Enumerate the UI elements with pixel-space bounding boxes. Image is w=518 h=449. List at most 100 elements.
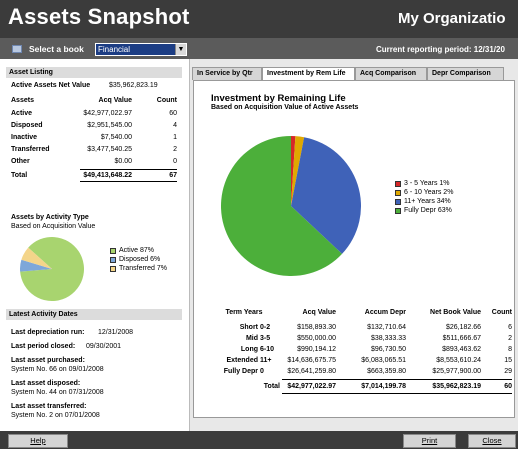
legend-swatch xyxy=(110,248,116,254)
term-total-underline xyxy=(282,393,512,394)
term-row-nbv: $26,182.66 xyxy=(445,324,481,331)
term-row-name: Mid xyxy=(245,335,258,342)
term-row-acq: $26,641,259.80 xyxy=(287,368,336,375)
col-assets: Assets xyxy=(11,97,34,104)
book-select[interactable]: Financial ▼ xyxy=(95,43,187,56)
term-row-count: 6 xyxy=(508,324,512,331)
term-total-depr: $7,014,199.78 xyxy=(361,383,406,390)
legend-label: 3 - 5 Years 1% xyxy=(404,180,450,187)
col-count: Count xyxy=(156,97,177,104)
help-button[interactable]: Help xyxy=(8,434,68,448)
term-row-depr: $663,359.80 xyxy=(367,368,406,375)
term-col-header: Acq Value xyxy=(302,309,336,316)
depr-run-value: 12/31/2008 xyxy=(98,329,134,336)
term-row-range: 0-2 xyxy=(260,324,271,331)
term-total-label: Total xyxy=(263,383,280,390)
legend-swatch xyxy=(110,257,116,263)
term-row-acq: $990,194.12 xyxy=(297,346,336,353)
listing-row-count: 0 xyxy=(173,158,177,165)
legend-label: Active 87% xyxy=(119,247,155,254)
term-row-acq: $550,000.00 xyxy=(297,335,336,342)
listing-row-value: $42,977,022.97 xyxy=(83,110,132,117)
book-select-value: Financial xyxy=(98,45,131,54)
term-row-range: 3-5 xyxy=(260,335,271,342)
legend-swatch xyxy=(110,266,116,272)
legend-label: Transferred 7% xyxy=(119,265,167,272)
period-closed-label: Last period closed: xyxy=(11,343,76,350)
legend-swatch xyxy=(395,181,401,187)
legend-item: Transferred 7% xyxy=(110,265,167,274)
transferred-label: Last asset transferred: xyxy=(11,403,87,410)
chart-subtitle: Based on Acquisition Value of Active Ass… xyxy=(211,104,359,111)
legend-item: 3 - 5 Years 1% xyxy=(395,180,453,189)
term-row-count: 29 xyxy=(504,368,512,375)
term-col-header: Accum Depr xyxy=(364,309,406,316)
activity-title: Assets by Activity Type xyxy=(11,214,89,221)
term-row-acq: $14,636,675.75 xyxy=(287,357,336,364)
term-row-depr: $96,730.50 xyxy=(370,346,406,353)
legend-label: 6 - 10 Years 2% xyxy=(404,189,454,196)
term-row-name: Long xyxy=(240,346,258,353)
term-row-nbv: $511,666.67 xyxy=(442,335,481,342)
term-row-range: 6-10 xyxy=(260,346,275,353)
term-total-nbv: $35,962,823.19 xyxy=(432,383,481,390)
disposed-value: System No. 44 on 07/31/2008 xyxy=(11,389,104,396)
header-bar: Assets Snapshot My Organizatio xyxy=(0,0,518,38)
term-row-depr: $132,710.64 xyxy=(367,324,406,331)
total-label: Total xyxy=(11,172,28,179)
term-row-range: 0 xyxy=(260,368,264,375)
depr-run-label: Last depreciation run: xyxy=(11,329,85,336)
legend-swatch xyxy=(395,208,401,214)
listing-row-count: 2 xyxy=(173,146,177,153)
disposed-label: Last asset disposed: xyxy=(11,380,81,387)
asset-listing-heading: Asset Listing xyxy=(6,67,182,78)
period-closed-value: 09/30/2001 xyxy=(86,343,122,350)
chevron-down-icon[interactable]: ▼ xyxy=(175,44,186,55)
listing-row-count: 4 xyxy=(173,122,177,129)
tab-acq-comparison[interactable]: Acq Comparison xyxy=(355,67,427,80)
term-row-name: Fully Depr xyxy=(223,368,258,375)
term-row-name: Short xyxy=(239,324,258,331)
remaining-life-pie-chart xyxy=(221,136,361,276)
listing-row-count: 60 xyxy=(169,110,177,117)
transferred-value: System No. 2 on 07/01/2008 xyxy=(11,412,100,419)
close-button[interactable]: Close xyxy=(468,434,516,448)
net-value-label: Active Assets Net Value xyxy=(11,82,91,89)
app-title: Assets Snapshot xyxy=(8,4,190,29)
legend-swatch xyxy=(395,190,401,196)
col-acq-value: Acq Value xyxy=(98,97,132,104)
print-button[interactable]: Print xyxy=(403,434,456,448)
tab-depr-comparison[interactable]: Depr Comparison xyxy=(427,67,504,80)
term-row-nbv: $25,977,900.00 xyxy=(432,368,481,375)
term-row-name: Extended xyxy=(226,357,258,364)
total-count: 67 xyxy=(169,172,177,179)
total-rule xyxy=(80,169,177,170)
listing-row-name: Other xyxy=(11,158,30,165)
term-row-acq: $158,893.30 xyxy=(297,324,336,331)
term-row-nbv: $893,463.62 xyxy=(442,346,481,353)
term-row-depr: $6,083,065.51 xyxy=(361,357,406,364)
legend-label: Fully Depr 63% xyxy=(404,207,452,214)
book-icon xyxy=(12,45,22,53)
total-value: $49,413,648.22 xyxy=(83,172,132,179)
term-row-depr: $38,333.33 xyxy=(370,335,406,342)
listing-row-name: Disposed xyxy=(11,122,43,129)
tab-in-service-by-qtr[interactable]: In Service by Qtr xyxy=(192,67,262,80)
net-value: $35,962,823.19 xyxy=(109,82,158,89)
legend-item: 11+ Years 34% xyxy=(395,198,453,207)
term-row-count: 8 xyxy=(508,346,512,353)
total-underline xyxy=(80,181,177,182)
latest-activity-heading: Latest Activity Dates xyxy=(6,309,182,320)
tab-investment-by-rem-life[interactable]: Investment by Rem Life xyxy=(262,67,355,81)
term-col-header: Count xyxy=(491,309,512,316)
listing-row-value: $3,477,540.25 xyxy=(87,146,132,153)
term-row-count: 15 xyxy=(504,357,512,364)
legend-item: Fully Depr 63% xyxy=(395,207,453,216)
listing-row-name: Inactive xyxy=(11,134,38,141)
term-col-header: Term Years xyxy=(225,309,263,316)
legend-item: Active 87% xyxy=(110,247,167,256)
select-book-label: Select a book xyxy=(29,44,84,54)
legend-label: Disposed 6% xyxy=(119,256,161,263)
reporting-period: Current reporting period: 12/31/20 xyxy=(376,45,505,54)
listing-row-count: 1 xyxy=(173,134,177,141)
